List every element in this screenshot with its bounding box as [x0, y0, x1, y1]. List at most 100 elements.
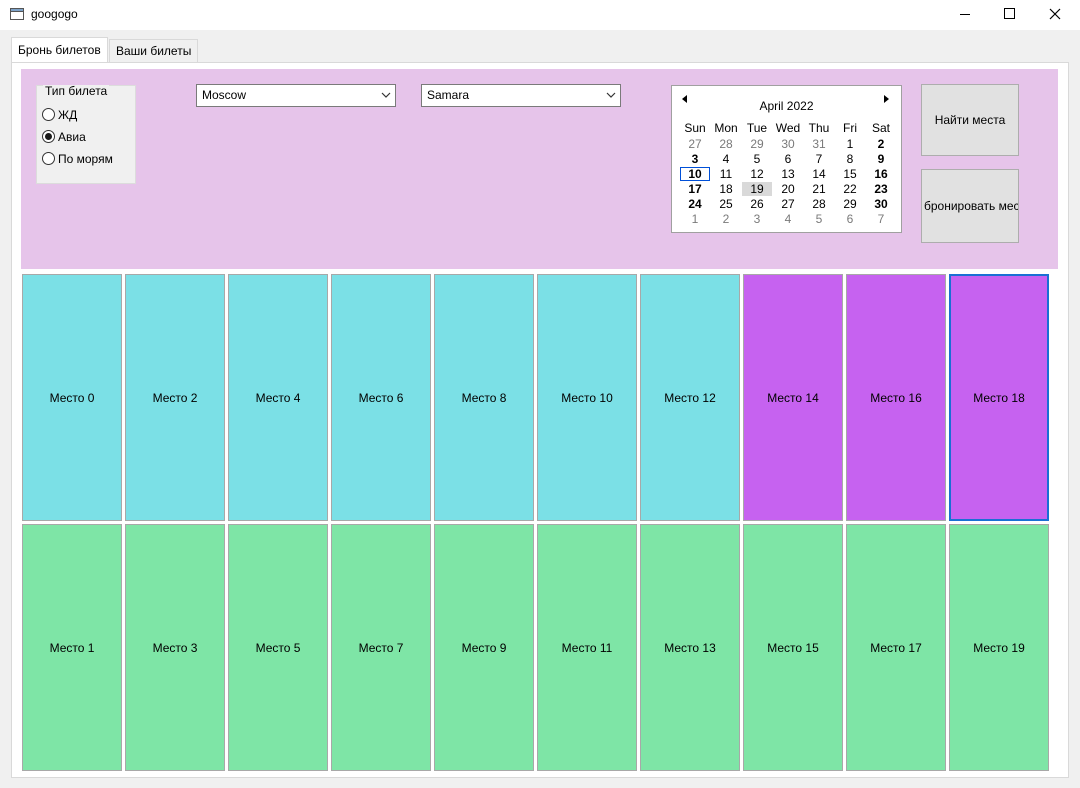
calendar-weekday: Sun — [684, 121, 706, 135]
calendar-weekday: Fri — [843, 121, 857, 135]
radio-air-label: Авиа — [58, 130, 86, 144]
minimize-button[interactable] — [942, 0, 988, 30]
radio-air[interactable]: Авиа — [42, 129, 86, 145]
radio-sea-indicator[interactable] — [42, 152, 55, 166]
find-seats-button[interactable]: Найти места — [921, 84, 1019, 156]
seat-button[interactable]: Место 16 — [846, 274, 946, 521]
seat-button[interactable]: Место 4 — [228, 274, 328, 521]
calendar-day[interactable]: 8 — [835, 152, 865, 166]
calendar-weekday: Sat — [871, 121, 890, 135]
seat-button[interactable]: Место 12 — [640, 274, 740, 521]
radio-rail[interactable]: ЖД — [42, 107, 77, 123]
calendar-day[interactable]: 5 — [742, 152, 772, 166]
calendar-day[interactable]: 22 — [835, 182, 865, 196]
seat-button[interactable]: Место 0 — [22, 274, 122, 521]
calendar-day[interactable]: 29 — [742, 137, 772, 151]
seat-button[interactable]: Место 11 — [537, 524, 637, 771]
calendar-day[interactable]: 30 — [866, 197, 896, 211]
ticket-type-title: Тип билета — [43, 84, 110, 98]
calendar-next-month-icon[interactable] — [883, 94, 891, 104]
window-app-icon — [10, 8, 24, 20]
calendar-day[interactable]: 2 — [711, 212, 741, 226]
from-city-select[interactable]: Moscow — [196, 84, 396, 107]
find-seats-label: Найти места — [934, 113, 1006, 127]
calendar-day[interactable]: 4 — [773, 212, 803, 226]
radio-air-indicator[interactable] — [42, 130, 55, 144]
calendar-day[interactable]: 17 — [680, 182, 710, 196]
calendar-weekday: Mon — [714, 121, 738, 135]
calendar-day[interactable]: 7 — [866, 212, 896, 226]
calendar-day[interactable]: 25 — [711, 197, 741, 211]
calendar-day[interactable]: 28 — [804, 197, 834, 211]
chevron-down-icon — [606, 92, 616, 98]
maximize-button[interactable] — [987, 0, 1033, 30]
calendar-day[interactable]: 9 — [866, 152, 896, 166]
calendar-day[interactable]: 2 — [866, 137, 896, 151]
calendar-day[interactable]: 13 — [773, 167, 803, 181]
calendar-day[interactable]: 1 — [835, 137, 865, 151]
app-window: googogo Бронь билетов Ваши билеты Тип би… — [0, 0, 1080, 788]
calendar-day[interactable]: 28 — [711, 137, 741, 151]
calendar-day[interactable]: 20 — [773, 182, 803, 196]
calendar-day[interactable]: 27 — [773, 197, 803, 211]
calendar-day[interactable]: 5 — [804, 212, 834, 226]
calendar-weekday: Wed — [775, 121, 801, 135]
calendar-day[interactable]: 11 — [711, 167, 741, 181]
calendar-day[interactable]: 29 — [835, 197, 865, 211]
seat-button[interactable]: Место 19 — [949, 524, 1049, 771]
radio-sea-label: По морям — [58, 152, 113, 166]
calendar-month-label[interactable]: April 2022 — [672, 99, 901, 113]
month-calendar[interactable]: April 2022 Sun Mon Tue Wed Thu Fri Sat 27 28 29 30… — [671, 85, 902, 233]
seat-button[interactable]: Место 17 — [846, 524, 946, 771]
calendar-day[interactable]: 26 — [742, 197, 772, 211]
calendar-weekday: Thu — [808, 121, 830, 135]
calendar-day[interactable]: 31 — [804, 137, 834, 151]
calendar-day[interactable]: 3 — [680, 152, 710, 166]
radio-rail-indicator[interactable] — [42, 108, 55, 122]
book-seat-label: бронировать мес — [924, 199, 1019, 213]
window-title: googogo — [31, 7, 78, 21]
seat-button[interactable]: Место 8 — [434, 274, 534, 521]
seat-button[interactable]: Место 14 — [743, 274, 843, 521]
calendar-day[interactable]: 4 — [711, 152, 741, 166]
seat-button[interactable]: Место 15 — [743, 524, 843, 771]
radio-rail-label: ЖД — [58, 108, 78, 122]
seat-button[interactable]: Место 7 — [331, 524, 431, 771]
calendar-day[interactable]: 18 — [711, 182, 741, 196]
seat-button[interactable]: Место 9 — [434, 524, 534, 771]
seat-button[interactable]: Место 18 — [949, 274, 1049, 521]
calendar-day[interactable]: 24 — [680, 197, 710, 211]
calendar-day[interactable]: 3 — [742, 212, 772, 226]
calendar-day[interactable]: 10 — [680, 167, 710, 181]
title-bar[interactable]: googogo — [0, 0, 1080, 30]
chevron-down-icon — [381, 92, 391, 98]
calendar-day[interactable]: 12 — [742, 167, 772, 181]
close-icon — [1049, 8, 1061, 20]
close-button[interactable] — [1032, 0, 1078, 30]
calendar-day[interactable]: 14 — [804, 167, 834, 181]
calendar-day[interactable]: 23 — [866, 182, 896, 196]
seat-button[interactable]: Место 10 — [537, 274, 637, 521]
radio-sea[interactable]: По морям — [42, 151, 113, 167]
calendar-day[interactable]: 27 — [680, 137, 710, 151]
calendar-day[interactable]: 30 — [773, 137, 803, 151]
book-seat-button[interactable]: бронировать мес — [921, 169, 1019, 243]
seat-button[interactable]: Место 1 — [22, 524, 122, 771]
calendar-day[interactable]: 15 — [835, 167, 865, 181]
tab-your-tickets[interactable]: Ваши билеты — [109, 39, 199, 62]
minimize-icon — [960, 14, 970, 15]
seat-button[interactable]: Место 3 — [125, 524, 225, 771]
seat-button[interactable]: Место 2 — [125, 274, 225, 521]
calendar-day[interactable]: 19 — [742, 182, 772, 196]
calendar-day[interactable]: 21 — [804, 182, 834, 196]
seat-button[interactable]: Место 6 — [331, 274, 431, 521]
to-city-select[interactable]: Samara — [421, 84, 621, 107]
seat-button[interactable]: Место 5 — [228, 524, 328, 771]
seat-button[interactable]: Место 13 — [640, 524, 740, 771]
tab-booking[interactable]: Бронь билетов — [11, 37, 108, 62]
calendar-day[interactable]: 16 — [866, 167, 896, 181]
calendar-day[interactable]: 1 — [680, 212, 710, 226]
calendar-day[interactable]: 7 — [804, 152, 834, 166]
calendar-day[interactable]: 6 — [835, 212, 865, 226]
calendar-day[interactable]: 6 — [773, 152, 803, 166]
